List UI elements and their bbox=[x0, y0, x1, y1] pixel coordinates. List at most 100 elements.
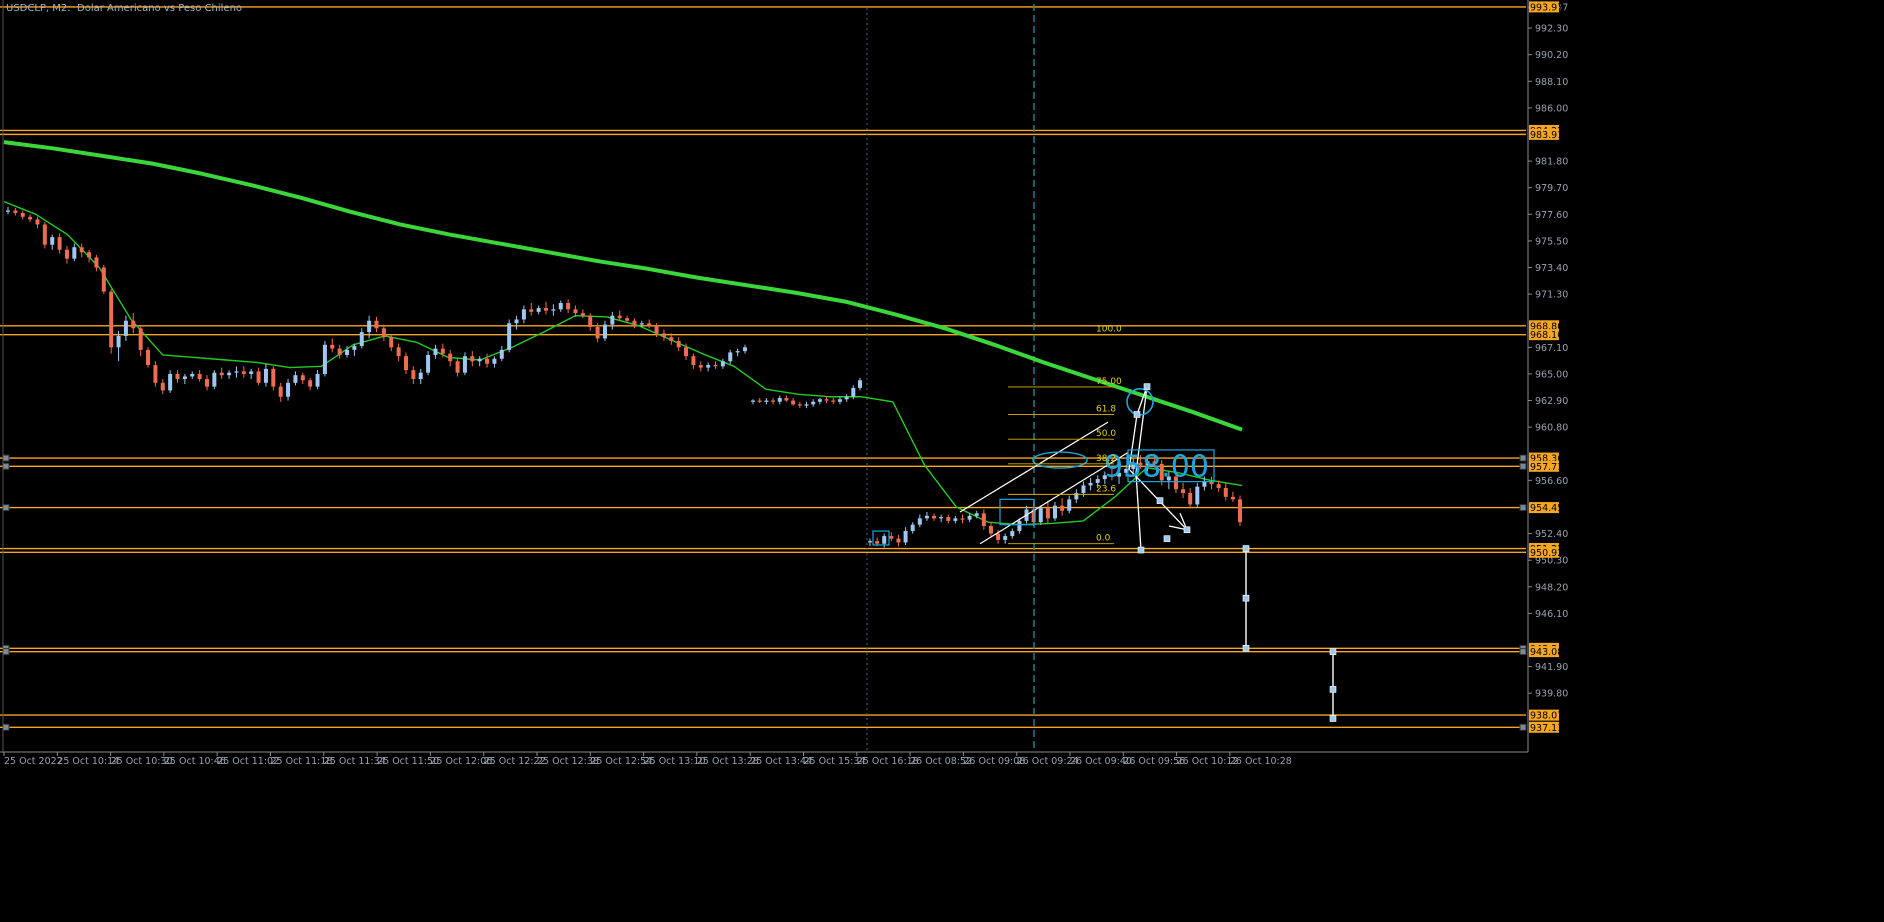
level-handle bbox=[2, 723, 10, 731]
candle-body bbox=[910, 524, 915, 532]
candle-body bbox=[1195, 486, 1200, 505]
candle-body bbox=[764, 400, 769, 402]
candle-body bbox=[837, 399, 842, 402]
candle-body bbox=[20, 213, 25, 217]
candle-body bbox=[1045, 508, 1050, 519]
level-handle bbox=[2, 462, 10, 470]
level-price-label: 993.97 bbox=[1529, 1, 1563, 13]
candle-body bbox=[308, 380, 313, 387]
price-tick-label: 946.10 bbox=[1535, 609, 1568, 620]
candle-body bbox=[868, 541, 872, 543]
candle-body bbox=[967, 515, 972, 520]
level-price-text: 938.07 bbox=[1530, 711, 1563, 722]
candle-body bbox=[492, 358, 497, 364]
candle-body bbox=[1067, 499, 1072, 511]
price-tick-label: 986.00 bbox=[1535, 103, 1568, 114]
candle-body bbox=[212, 372, 217, 387]
price-tick-label: 992.30 bbox=[1535, 24, 1568, 35]
price-tick-label: 971.30 bbox=[1535, 290, 1568, 301]
candle-body bbox=[521, 309, 526, 320]
candle-body bbox=[426, 354, 431, 373]
fib-level-label: 100.0 bbox=[1096, 325, 1122, 335]
candle-body bbox=[381, 328, 386, 338]
level-price-label: 937.11 bbox=[1529, 721, 1563, 734]
anchor-handle bbox=[1133, 411, 1141, 418]
candle-body bbox=[57, 237, 62, 250]
fib-level-label: 0.0 bbox=[1096, 534, 1111, 544]
anchor-handle bbox=[1242, 545, 1250, 552]
fib-level-label: 75.00 bbox=[1096, 377, 1122, 387]
time-tick-label: 26 Oct 10:28 bbox=[1230, 756, 1292, 767]
anchor-handle bbox=[1329, 715, 1337, 722]
candle-body bbox=[87, 252, 92, 258]
candle-body bbox=[462, 356, 467, 373]
candle-body bbox=[1003, 536, 1008, 540]
candle-body bbox=[1081, 485, 1086, 494]
price-tick-label: 977.60 bbox=[1535, 210, 1568, 221]
candle-body bbox=[691, 356, 696, 366]
candle-body bbox=[219, 372, 224, 376]
candle-body bbox=[751, 400, 755, 402]
candle-body bbox=[924, 515, 929, 519]
candle-body bbox=[1095, 479, 1100, 483]
candle-body bbox=[94, 257, 99, 268]
price-tick-label: 973.40 bbox=[1535, 263, 1568, 274]
candle-body bbox=[791, 400, 796, 405]
anchor-handle bbox=[1183, 526, 1191, 534]
candle-body bbox=[345, 349, 350, 355]
candle-body bbox=[241, 371, 246, 374]
candle-body bbox=[256, 371, 261, 383]
candle-body bbox=[713, 365, 718, 367]
price-tick-label: 941.90 bbox=[1535, 662, 1568, 673]
candle-body bbox=[263, 368, 268, 383]
candle-body bbox=[131, 320, 136, 329]
candle-body bbox=[566, 302, 571, 310]
candle-body bbox=[411, 370, 416, 380]
level-price-label: 983.91 bbox=[1529, 128, 1563, 141]
candle-body bbox=[706, 365, 711, 368]
candle-body bbox=[374, 320, 379, 329]
candle-body bbox=[35, 219, 40, 225]
level-price-text: 993.97 bbox=[1530, 2, 1563, 13]
level-price-text: 968.10 bbox=[1530, 330, 1563, 341]
level-price-label: 943.08 bbox=[1529, 646, 1563, 658]
anchor-handle bbox=[1137, 546, 1145, 554]
candle-body bbox=[455, 361, 460, 373]
candle-body bbox=[337, 348, 342, 355]
candle-body bbox=[1038, 508, 1043, 523]
candle-body bbox=[1088, 482, 1093, 486]
price-tick-label: 981.80 bbox=[1535, 157, 1568, 168]
anchor-handle bbox=[1242, 645, 1250, 652]
anchor-handle bbox=[1163, 535, 1171, 542]
candle-body bbox=[610, 315, 615, 325]
anchor-handle bbox=[1156, 497, 1164, 504]
candle-body bbox=[988, 525, 993, 534]
level-price-label: 954.45 bbox=[1529, 502, 1563, 514]
anchor-handle bbox=[1143, 383, 1151, 390]
candle-body bbox=[403, 356, 408, 371]
candle-body bbox=[632, 320, 637, 325]
candle-body bbox=[485, 358, 490, 364]
level-handle bbox=[1519, 648, 1527, 656]
fib-level-label: 23.6 bbox=[1096, 484, 1116, 494]
candle-body bbox=[953, 518, 958, 521]
price-tick-label: 967.10 bbox=[1535, 343, 1568, 354]
candle-body bbox=[946, 517, 951, 521]
candle-body bbox=[831, 400, 836, 402]
level-price-label: 938.07 bbox=[1529, 709, 1563, 722]
candle-body bbox=[359, 332, 364, 347]
candle-body bbox=[6, 210, 10, 212]
candle-body bbox=[728, 352, 733, 362]
candle-body bbox=[389, 337, 394, 348]
candle-body bbox=[1223, 487, 1228, 497]
candle-body bbox=[418, 372, 423, 380]
candle-body bbox=[551, 309, 556, 311]
level-price-label: 950.92 bbox=[1529, 546, 1563, 559]
price-tick-label: 956.60 bbox=[1535, 476, 1568, 487]
candle-body bbox=[64, 249, 69, 259]
price-chart[interactable]: 958.00 100.0 75.00 61.8 50.0 38.2 23.6 0.0 993… bbox=[0, 0, 1884, 922]
candle-body bbox=[507, 323, 512, 350]
level-price-text: 954.45 bbox=[1530, 503, 1563, 514]
level-price-text: 943.08 bbox=[1530, 647, 1563, 658]
candle-body bbox=[817, 399, 822, 402]
